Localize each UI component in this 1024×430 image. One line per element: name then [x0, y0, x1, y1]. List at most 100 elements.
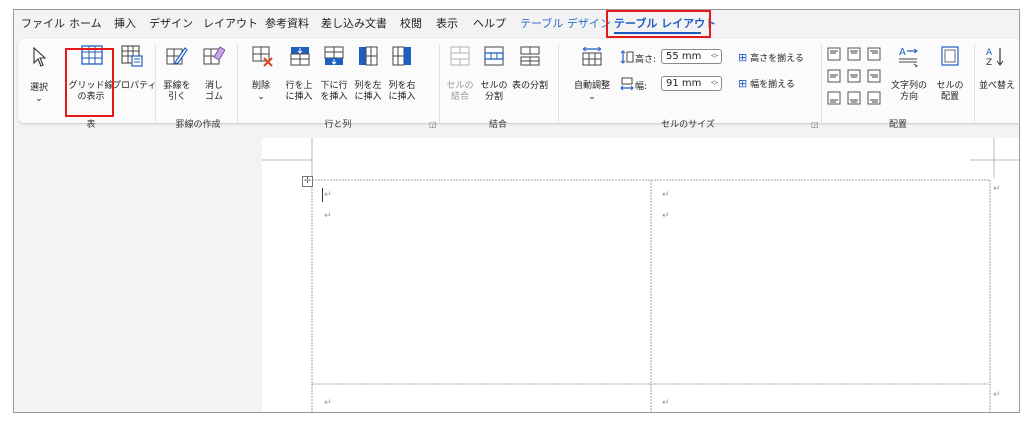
split-table-icon — [520, 46, 540, 66]
column-width-input[interactable]: 91 mm ︿ ﹀ — [661, 76, 722, 91]
end-of-row-mark-icon: ↵ — [993, 390, 1001, 400]
table-move-handle-icon[interactable]: ✢ — [302, 176, 313, 187]
sort-label: 並べ替え — [979, 81, 1016, 91]
distribute-rows-button[interactable]: ⊞ 高さを揃える — [738, 51, 804, 64]
dialog-launcher-icon[interactable]: ◲ — [811, 120, 819, 129]
tab-insert[interactable]: 挿入 — [114, 15, 136, 31]
tab-layout[interactable]: レイアウト — [203, 15, 258, 31]
eraser-label-1: 消し — [204, 81, 223, 91]
paragraph-mark-icon: ↵ — [324, 211, 332, 221]
paragraph-mark-icon: ↵ — [662, 211, 670, 221]
merge-cells-button[interactable]: セルの 結合 — [443, 81, 477, 103]
text-direction-button[interactable]: 文字列の 方向 — [888, 81, 930, 103]
cell-margins-button[interactable]: セルの 配置 — [933, 81, 967, 103]
eraser-button[interactable]: 消し ゴム — [198, 81, 230, 103]
group-separator — [558, 44, 559, 124]
height-label: 高さ: — [635, 55, 657, 65]
tab-review[interactable]: 校閲 — [400, 15, 422, 31]
insert-below-label-2: を挿入 — [320, 92, 348, 102]
row-height-value: 55 mm — [666, 51, 702, 62]
highlight-box-view-gridlines — [65, 48, 114, 117]
align-bottom-left-icon[interactable] — [827, 91, 841, 105]
distribute-columns-label: 幅を揃える — [750, 80, 795, 90]
autofit-button[interactable]: 自動調整 ⌄ — [570, 81, 614, 103]
split-cells-button[interactable]: セルの 分割 — [477, 81, 511, 103]
insert-above-icon — [290, 47, 310, 66]
sort-button[interactable]: 並べ替え — [979, 81, 1019, 92]
align-top-left-icon[interactable] — [827, 47, 841, 61]
insert-right-label-2: に挿入 — [388, 92, 416, 102]
tab-references[interactable]: 参考資料 — [265, 15, 309, 31]
table-gridlines — [262, 138, 1019, 412]
insert-below-button[interactable]: 下に行 を挿入 — [317, 81, 351, 103]
chevron-down-icon: ⌄ — [588, 92, 596, 102]
paragraph-mark-icon: ↵ — [324, 398, 332, 408]
ribbon-panel: 選択 ⌄ グリッド線 の表示 プロパティ 表 罫線を 引く 消し ゴム 罫線の作… — [18, 39, 1019, 130]
chevron-down-icon: ⌄ — [35, 94, 43, 104]
group-label-merge: 結合 — [488, 120, 507, 130]
merge-cells-label-1: セルの — [446, 81, 474, 91]
column-width-icon — [620, 77, 634, 91]
group-label-cell-size: セルのサイズ — [661, 120, 715, 130]
svg-text:Z: Z — [986, 58, 992, 67]
align-center-left-icon[interactable] — [827, 69, 841, 83]
tab-help[interactable]: ヘルプ — [473, 15, 506, 31]
group-label-draw-borders: 罫線の作成 — [175, 120, 221, 130]
align-center-right-icon[interactable] — [867, 69, 881, 83]
group-separator — [974, 44, 975, 124]
spinner-arrows-icon[interactable]: ︿ ﹀ — [711, 77, 718, 90]
align-top-center-icon[interactable] — [847, 47, 861, 61]
group-separator — [237, 44, 238, 124]
svg-text:A: A — [899, 47, 906, 58]
insert-right-icon — [392, 46, 411, 66]
document-page[interactable]: ✢ ↵ ↵ ↵ ↵ ↵ ↵ ↵ ↵ — [262, 138, 1019, 412]
select-button[interactable]: 選択 ⌄ — [26, 83, 52, 105]
align-bottom-center-icon[interactable] — [847, 91, 861, 105]
distribute-rows-label: 高さを揃える — [750, 54, 804, 64]
insert-below-icon — [324, 46, 344, 65]
distribute-columns-button[interactable]: ⊞ 幅を揃える — [738, 77, 795, 90]
insert-below-label-1: 下に行 — [320, 81, 348, 91]
cell-margins-icon — [941, 46, 959, 66]
align-bottom-right-icon[interactable] — [867, 91, 881, 105]
chevron-down-icon: ⌄ — [257, 92, 265, 102]
insert-above-button[interactable]: 行を上 に挿入 — [282, 81, 316, 103]
tab-view[interactable]: 表示 — [436, 15, 458, 31]
split-cells-label-1: セルの — [480, 81, 508, 91]
group-separator — [821, 44, 822, 124]
row-height-input[interactable]: 55 mm ︿ ﹀ — [661, 49, 722, 64]
dialog-launcher-icon[interactable]: ◲ — [429, 120, 437, 129]
insert-left-label-2: に挿入 — [354, 92, 382, 102]
svg-text:A: A — [986, 48, 993, 58]
draw-table-button[interactable]: 罫線を 引く — [160, 81, 194, 103]
insert-right-button[interactable]: 列を右 に挿入 — [385, 81, 419, 103]
group-label-alignment: 配置 — [888, 120, 907, 130]
properties-button[interactable]: プロパティ — [112, 81, 156, 92]
tab-table-design[interactable]: テーブル デザイン — [520, 15, 611, 31]
insert-left-icon — [359, 46, 378, 66]
word-window: ファイル ホーム 挿入 デザイン レイアウト 参考資料 差し込み文書 校閲 表示… — [13, 9, 1020, 413]
properties-label: プロパティ — [112, 81, 157, 91]
split-cells-icon — [484, 46, 504, 66]
spinner-arrows-icon[interactable]: ︿ ﹀ — [711, 50, 718, 63]
merge-cells-label-2: 結合 — [450, 92, 469, 102]
group-label-table: 表 — [86, 120, 96, 130]
autofit-icon — [582, 46, 602, 66]
insert-left-button[interactable]: 列を左 に挿入 — [351, 81, 385, 103]
align-center-icon[interactable] — [847, 69, 861, 83]
tab-home[interactable]: ホーム — [69, 15, 102, 31]
end-of-row-mark-icon: ↵ — [993, 184, 1001, 194]
tab-design[interactable]: デザイン — [149, 15, 193, 31]
column-width-value: 91 mm — [666, 78, 702, 89]
draw-table-label-2: 引く — [167, 92, 186, 102]
insert-above-label-1: 行を上 — [285, 81, 313, 91]
split-cells-label-2: 分割 — [484, 92, 503, 102]
tab-mailings[interactable]: 差し込み文書 — [321, 15, 387, 31]
group-label-rows-columns: 行と列 — [324, 120, 352, 130]
delete-button[interactable]: 削除 ⌄ — [248, 81, 274, 103]
text-direction-label-2: 方向 — [899, 92, 918, 102]
split-table-button[interactable]: 表の分割 — [510, 81, 550, 92]
distribute-columns-icon: ⊞ — [738, 77, 748, 90]
tab-file[interactable]: ファイル — [21, 15, 65, 31]
align-top-right-icon[interactable] — [867, 47, 881, 61]
